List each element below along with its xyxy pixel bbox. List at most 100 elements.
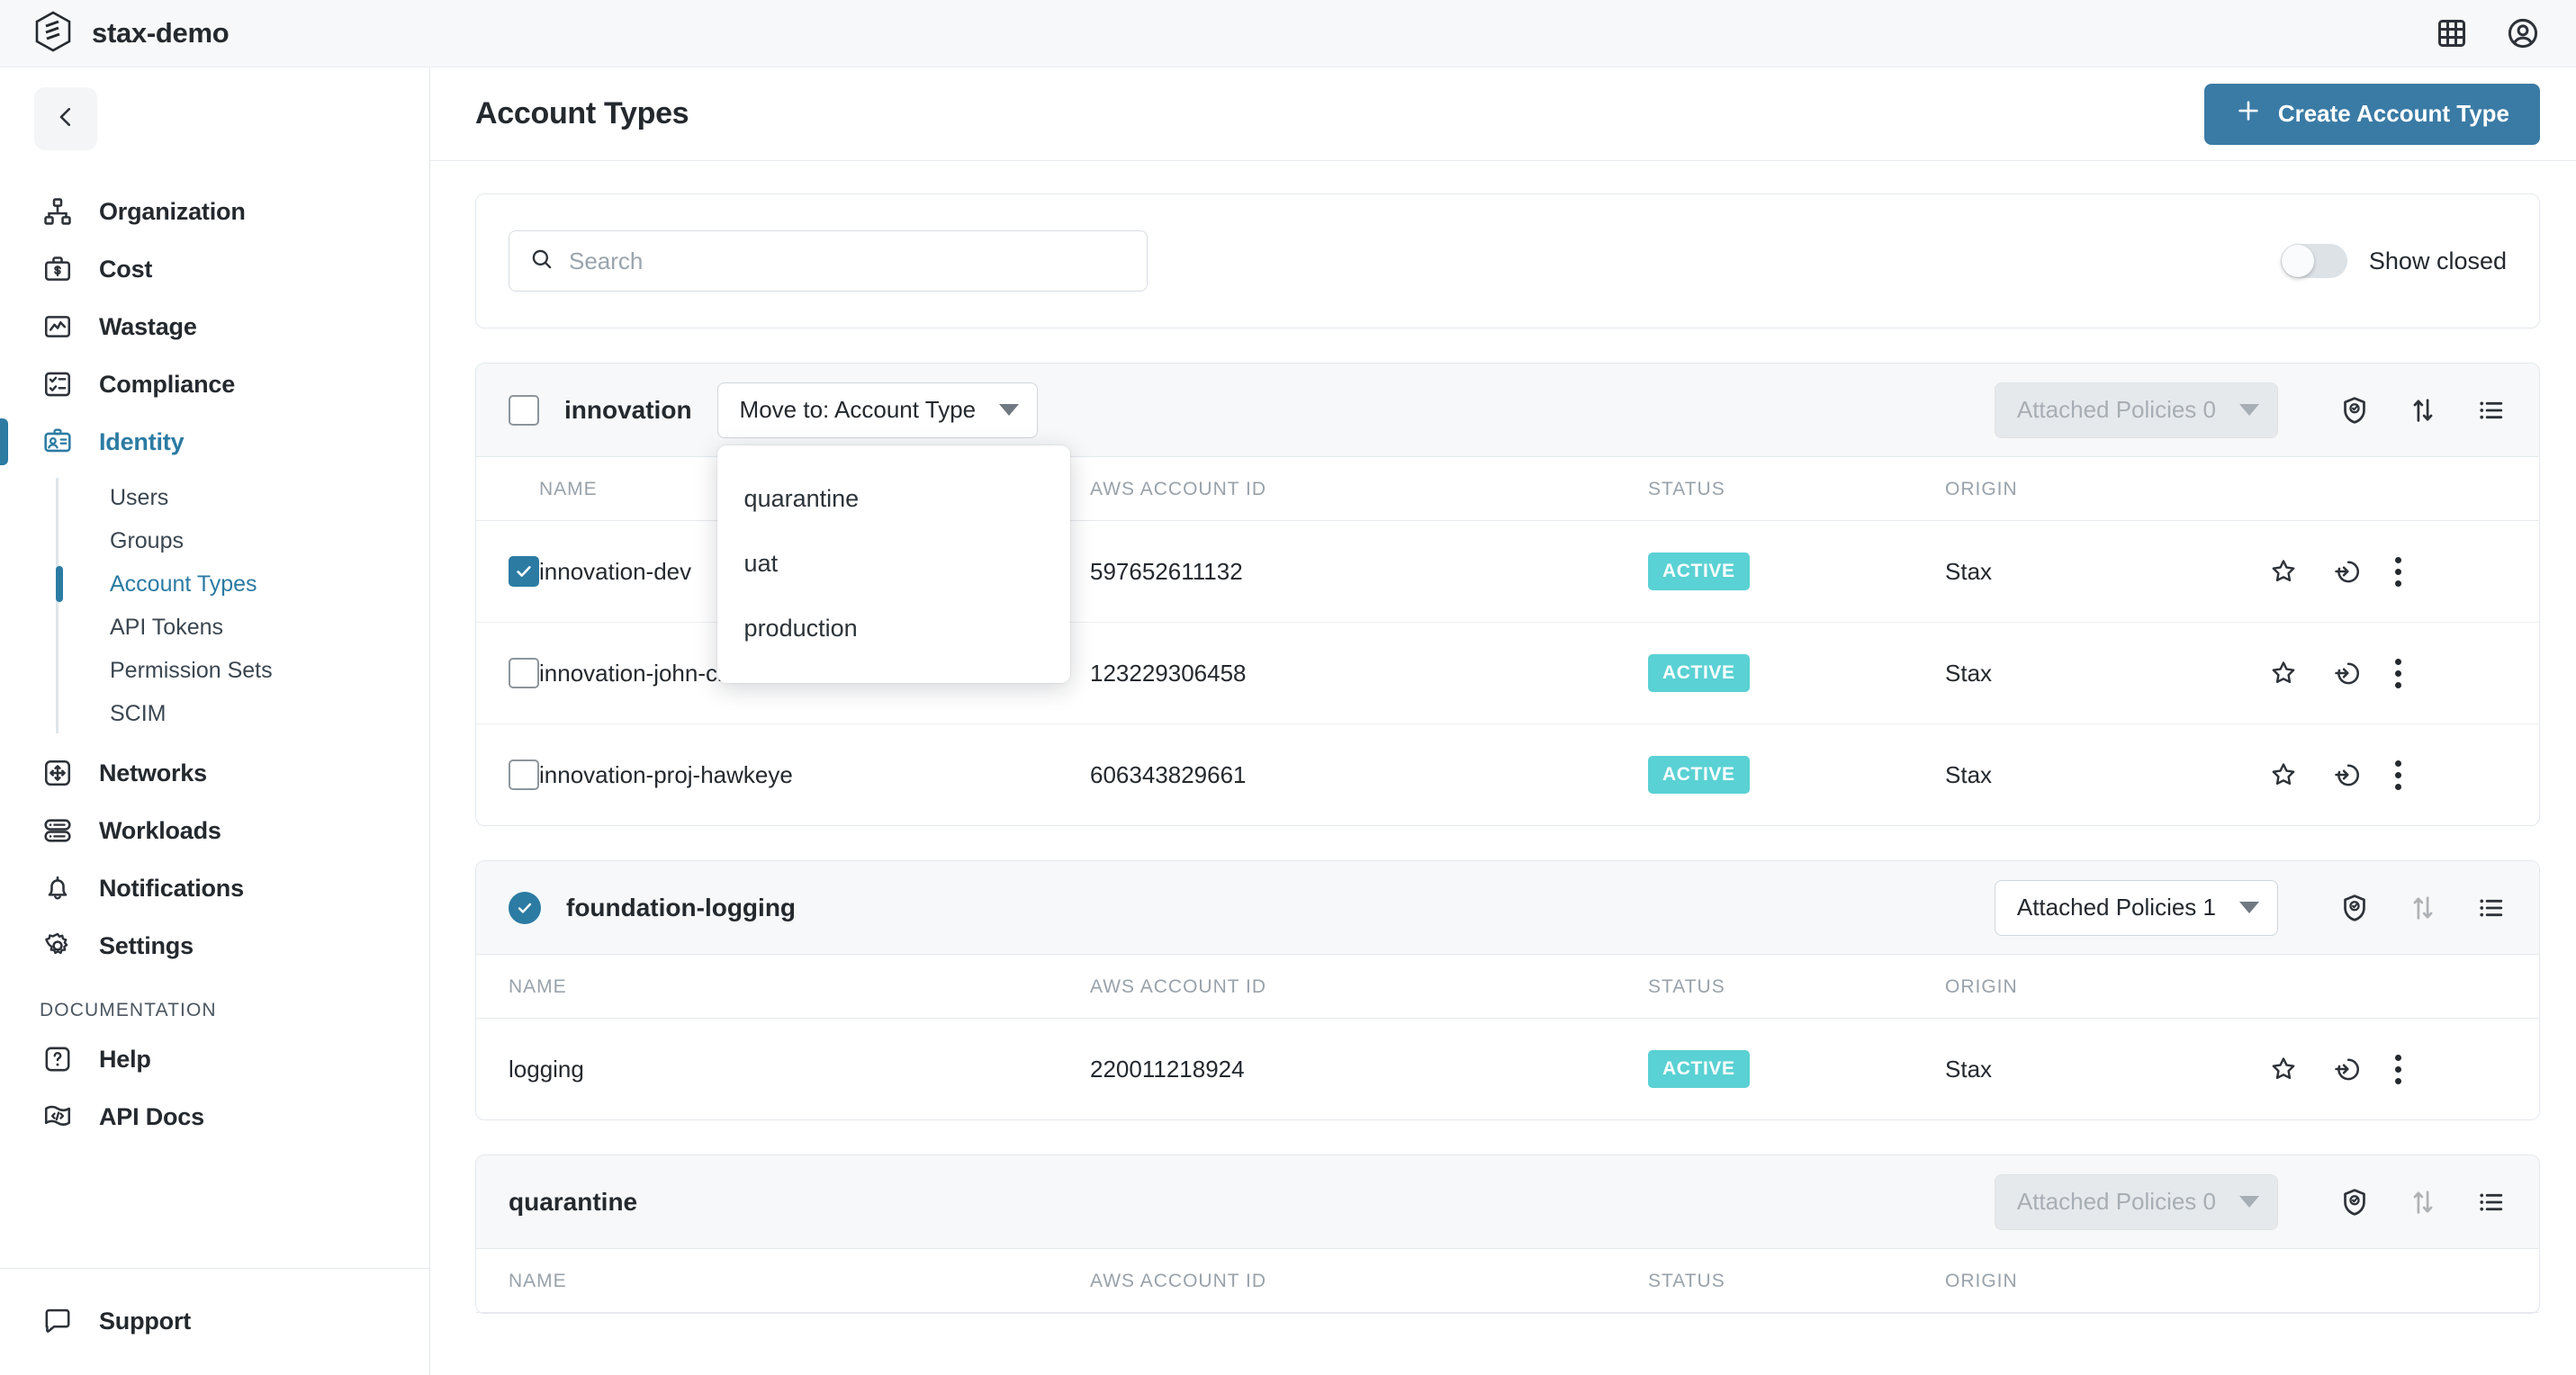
search-input[interactable] [569, 247, 1127, 275]
more-vertical-icon[interactable] [2395, 1054, 2401, 1084]
show-closed-toggle[interactable] [2280, 244, 2347, 278]
accounts-table: NAME AWS ACCOUNT ID STATUS ORIGIN [476, 1249, 2539, 1313]
chevron-down-icon [999, 404, 1020, 416]
group-name: foundation-logging [566, 893, 797, 921]
sidebar-item-support[interactable]: Support [0, 1292, 429, 1350]
cell-origin: Stax [1945, 622, 2269, 724]
sidebar-item-scim[interactable]: SCIM [110, 692, 429, 735]
cell-status: ACTIVE [1648, 520, 1945, 623]
cell-actions [2269, 1019, 2539, 1120]
sidebar-collapse-button[interactable] [34, 87, 97, 150]
sidebar-item-cost[interactable]: Cost [0, 240, 429, 298]
sidebar-item-api-docs[interactable]: API Docs [0, 1088, 429, 1146]
account-name: innovation-dev [539, 557, 692, 585]
attached-policies-label: Attached Policies 1 [2016, 894, 2216, 921]
sidebar-nav: Organization Cost Wastage Compliance Ide… [0, 183, 429, 1146]
move-to-dropdown-menu: quarantine uat production [716, 445, 1070, 683]
more-vertical-icon[interactable] [2395, 556, 2401, 587]
th-actions [2269, 457, 2539, 521]
dropdown-option-uat[interactable]: uat [717, 532, 1070, 597]
account-name: innovation-proj-hawkeye [539, 760, 793, 788]
table-row[interactable]: innovation-proj-hawkeye 606343829661 ACT… [476, 724, 2539, 826]
sort-arrows-icon[interactable] [2408, 395, 2438, 426]
list-lines-icon[interactable] [2476, 893, 2507, 923]
sidebar-section-documentation: DOCUMENTATION [40, 1000, 217, 1020]
sign-in-circle-icon[interactable] [2332, 557, 2361, 586]
attached-policies-label: Attached Policies 0 [2016, 1188, 2216, 1215]
chevron-down-icon [2239, 902, 2259, 913]
cell-account-id: 597652611132 [1090, 520, 1648, 623]
attached-policies-select[interactable]: Attached Policies 0 [1994, 382, 2278, 438]
attached-policies-label: Attached Policies 0 [2016, 396, 2216, 423]
aws-account-id: 220011218924 [1090, 1055, 1245, 1083]
more-vertical-icon[interactable] [2395, 759, 2401, 790]
shield-check-icon[interactable] [2339, 395, 2370, 426]
origin-value: Stax [1945, 659, 1993, 687]
sign-in-circle-icon[interactable] [2332, 1055, 2361, 1083]
search-box[interactable] [509, 230, 1148, 292]
th-origin: ORIGIN [1945, 955, 2269, 1019]
create-account-type-button[interactable]: Create Account Type [2203, 83, 2540, 145]
move-to-account-type-select[interactable]: Move to: Account Type [716, 382, 1039, 438]
move-to-label: Move to: Account Type [739, 396, 977, 423]
sort-arrows-icon[interactable] [2408, 893, 2438, 923]
sidebar-item-label: Workloads [99, 816, 221, 844]
attached-policies-select[interactable]: Attached Policies 0 [1994, 1173, 2278, 1230]
brand[interactable]: stax-demo [34, 11, 230, 57]
sidebar-item-label: Cost [99, 255, 153, 283]
table-row[interactable]: logging 220011218924 ACTIVE Stax [476, 1019, 2539, 1120]
cell-origin: Stax [1945, 1019, 2269, 1120]
list-lines-icon[interactable] [2476, 395, 2507, 426]
sidebar-item-users[interactable]: Users [110, 476, 429, 519]
sidebar-item-label: Notifications [99, 874, 244, 902]
cell-origin: Stax [1945, 520, 2269, 623]
sidebar-item-label: Support [99, 1307, 192, 1335]
th-actions [2269, 955, 2539, 1019]
sort-arrows-icon[interactable] [2408, 1187, 2438, 1218]
group-select-checkbox[interactable] [509, 891, 541, 924]
row-select-checkbox[interactable] [509, 759, 539, 790]
th-aws-account-id: AWS ACCOUNT ID [1090, 955, 1648, 1019]
sidebar-item-networks[interactable]: Networks [0, 744, 429, 802]
dropdown-option-label: quarantine [743, 485, 860, 512]
attached-policies-select[interactable]: Attached Policies 1 [1994, 879, 2278, 936]
sidebar-item-api-tokens[interactable]: API Tokens [110, 606, 429, 649]
grid-apps-icon[interactable] [2436, 17, 2468, 49]
star-icon[interactable] [2269, 1055, 2298, 1083]
sign-in-circle-icon[interactable] [2332, 659, 2361, 688]
sidebar-item-settings[interactable]: Settings [0, 917, 429, 975]
th-aws-account-id: AWS ACCOUNT ID [1090, 1249, 1648, 1313]
list-lines-icon[interactable] [2476, 1187, 2507, 1218]
th-select [476, 457, 539, 521]
row-select-checkbox[interactable] [509, 556, 539, 587]
sidebar-item-workloads[interactable]: Workloads [0, 802, 429, 859]
briefcase-dollar-icon [40, 251, 76, 287]
sidebar-item-wastage[interactable]: Wastage [0, 298, 429, 355]
show-closed-row: Show closed [2280, 244, 2507, 278]
body: Organization Cost Wastage Compliance Ide… [0, 67, 2576, 1375]
star-icon[interactable] [2269, 557, 2298, 586]
account-type-group-foundation-logging: foundation-logging Attached Policies 1 N… [475, 860, 2540, 1120]
origin-value: Stax [1945, 557, 1993, 585]
sidebar-item-organization[interactable]: Organization [0, 183, 429, 240]
sidebar-item-compliance[interactable]: Compliance [0, 355, 429, 413]
group-select-checkbox[interactable] [509, 394, 539, 426]
dropdown-option-production[interactable]: production [717, 597, 1070, 661]
dropdown-option-label: production [743, 615, 858, 642]
star-icon[interactable] [2269, 760, 2298, 789]
sidebar-item-identity[interactable]: Identity [0, 413, 429, 471]
dropdown-option-quarantine[interactable]: quarantine [717, 467, 1070, 532]
sign-in-circle-icon[interactable] [2332, 760, 2361, 789]
shield-check-icon[interactable] [2339, 893, 2370, 923]
sidebar-item-groups[interactable]: Groups [110, 519, 429, 562]
sidebar-item-help[interactable]: Help [0, 1030, 429, 1088]
row-select-checkbox[interactable] [509, 658, 539, 688]
sidebar-item-notifications[interactable]: Notifications [0, 859, 429, 917]
shield-check-icon[interactable] [2339, 1187, 2370, 1218]
star-icon[interactable] [2269, 659, 2298, 688]
sidebar-item-account-types[interactable]: Account Types [56, 562, 429, 606]
sidebar-item-permission-sets[interactable]: Permission Sets [110, 649, 429, 692]
user-account-icon[interactable] [2506, 16, 2540, 50]
more-vertical-icon[interactable] [2395, 658, 2401, 688]
plus-icon [2235, 97, 2262, 130]
